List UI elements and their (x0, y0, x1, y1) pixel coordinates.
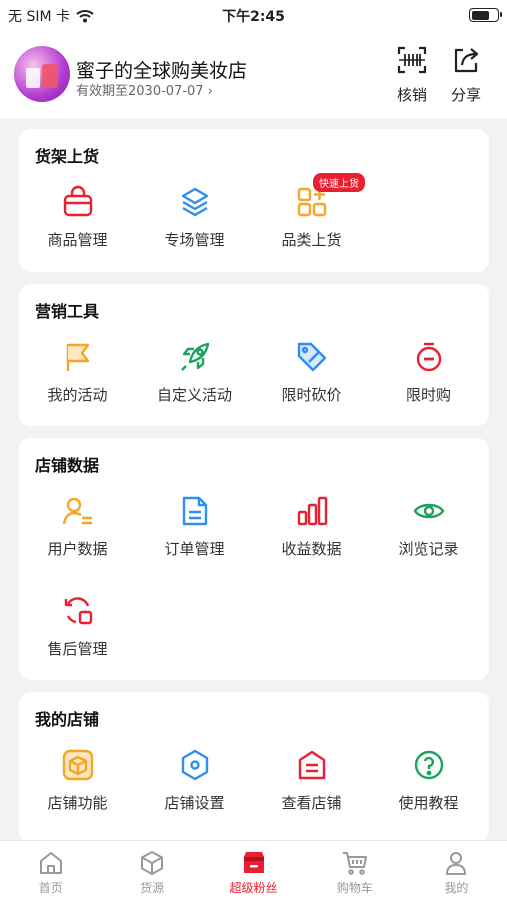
item-after-sale[interactable]: 售后管理 (19, 594, 136, 659)
section-title: 营销工具 (35, 302, 100, 321)
store-icon (298, 750, 325, 780)
rocket-icon (180, 342, 209, 371)
item-category-upload[interactable]: 快速上货 品类上货 (253, 173, 370, 250)
item-view-store[interactable]: 查看店铺 (253, 748, 370, 813)
share-button[interactable]: 分享 (444, 44, 488, 105)
hexagon-settings-icon (181, 749, 208, 781)
document-icon (182, 496, 207, 526)
item-flash-sale[interactable]: 限时购 (370, 340, 487, 405)
battery-icon (469, 8, 502, 22)
quick-upload-badge: 快速上货 (313, 173, 365, 192)
tab-mine[interactable]: 我的 (406, 841, 507, 900)
stopwatch-icon (416, 342, 441, 372)
bag-icon (63, 185, 92, 217)
section-title: 我的店铺 (35, 710, 100, 729)
item-browse-history[interactable]: 浏览记录 (370, 494, 487, 559)
person-icon (446, 852, 467, 875)
cart-icon (342, 852, 367, 875)
verify-label: 核销 (396, 86, 427, 104)
item-product-manage[interactable]: 商品管理 (19, 185, 136, 250)
shop-icon (243, 852, 264, 873)
help-icon (414, 750, 443, 780)
box-icon (141, 851, 164, 875)
item-my-activity[interactable]: 我的活动 (19, 340, 136, 405)
tab-cart[interactable]: 购物车 (304, 841, 405, 900)
verify-button[interactable]: 核销 (390, 44, 434, 105)
share-icon (454, 48, 479, 73)
tab-home[interactable]: 首页 (0, 841, 101, 900)
home-icon (39, 852, 62, 874)
item-store-settings[interactable]: 店铺设置 (136, 748, 253, 813)
share-label: 分享 (450, 86, 481, 104)
user-list-icon (62, 497, 92, 525)
item-revenue-data[interactable]: 收益数据 (253, 494, 370, 559)
tab-super-fans[interactable]: 超级粉丝 (203, 841, 304, 900)
flag-icon (66, 343, 89, 371)
store-name: 蜜子的全球购美妆店 (76, 60, 248, 82)
section-my-store: 我的店铺 店铺功能 店铺设置 查看店铺 使用教程 (19, 692, 489, 842)
item-custom-activity[interactable]: 自定义活动 (136, 340, 253, 405)
item-order-manage[interactable]: 订单管理 (136, 494, 253, 559)
cube-icon (62, 749, 93, 781)
item-flash-bargain[interactable]: 限时砍价 (253, 340, 370, 405)
clock: 下午2:45 (222, 9, 285, 25)
store-avatar[interactable] (14, 46, 70, 102)
tab-bar: 首页 货源 超级粉丝 购物车 我的 (0, 840, 507, 900)
item-special-manage[interactable]: 专场管理 (136, 185, 253, 250)
status-bar: 无 SIM 卡 下午2:45 (0, 0, 507, 30)
store-expire-link[interactable]: 有效期至2030-07-07 › (76, 80, 213, 99)
section-title: 货架上货 (35, 147, 100, 166)
tab-source[interactable]: 货源 (101, 841, 202, 900)
section-shelf: 货架上货 商品管理 专场管理 快速上货 品类上货 (19, 129, 489, 272)
eye-icon (413, 503, 444, 519)
section-store-data: 店铺数据 用户数据 订单管理 收益数据 浏览记录 售后管理 (19, 438, 489, 680)
layers-icon (181, 187, 208, 217)
section-marketing: 营销工具 我的活动 自定义活动 限时砍价 限时购 (19, 284, 489, 426)
section-title: 店铺数据 (35, 456, 100, 475)
refresh-box-icon (64, 597, 92, 625)
item-store-functions[interactable]: 店铺功能 (19, 748, 136, 813)
item-tutorial[interactable]: 使用教程 (370, 748, 487, 813)
bar-chart-icon (297, 496, 327, 526)
scan-icon (397, 46, 427, 74)
item-user-data[interactable]: 用户数据 (19, 494, 136, 559)
store-header: 蜜子的全球购美妆店 有效期至2030-07-07 › 核销 分享 (0, 30, 507, 118)
price-tag-icon (297, 342, 326, 372)
